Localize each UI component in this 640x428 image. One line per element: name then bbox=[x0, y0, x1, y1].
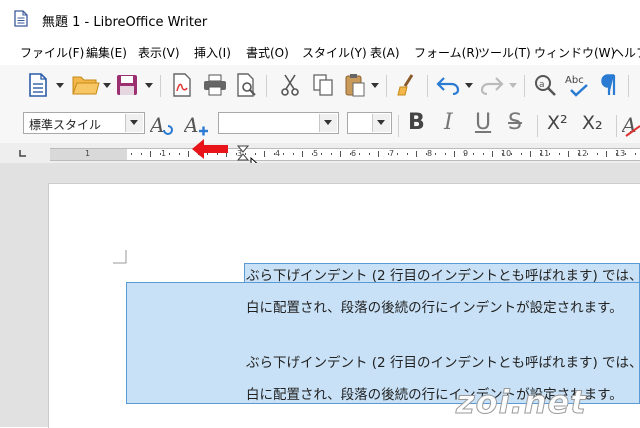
ruler-tick bbox=[568, 151, 569, 157]
ruler-tick bbox=[464, 153, 465, 155]
ruler-tick bbox=[321, 153, 322, 155]
ruler-tick bbox=[141, 153, 142, 155]
ruler-tick bbox=[388, 153, 389, 155]
ruler-tick bbox=[530, 151, 531, 157]
hanging-indent-marker[interactable] bbox=[237, 145, 249, 161]
ruler-tick bbox=[473, 153, 474, 155]
ruler-tick bbox=[559, 153, 560, 155]
ruler-tick bbox=[597, 153, 598, 155]
ruler-tick bbox=[264, 151, 265, 157]
ruler-tick bbox=[169, 153, 170, 155]
ruler-tick bbox=[302, 151, 303, 157]
ruler-tick bbox=[426, 153, 427, 155]
ruler-tick bbox=[606, 151, 607, 157]
ruler-tick bbox=[407, 153, 408, 155]
ruler-tick bbox=[331, 153, 332, 155]
ruler-tick bbox=[160, 153, 161, 155]
ruler-tick bbox=[274, 153, 275, 155]
ruler-tick bbox=[255, 153, 256, 155]
ruler-tick bbox=[369, 153, 370, 155]
paragraph-line[interactable]: ぶら下げインデント (2 行目のインデントとも呼ばれます) では、段 bbox=[246, 264, 640, 284]
text-boundary-corner bbox=[113, 250, 127, 264]
ruler-tick bbox=[445, 153, 446, 155]
ruler-tick bbox=[511, 153, 512, 155]
red-arrow-icon bbox=[192, 139, 228, 159]
ruler-tick bbox=[502, 153, 503, 155]
ruler-tick bbox=[587, 153, 588, 155]
ruler-tick bbox=[521, 153, 522, 155]
ruler-tick bbox=[454, 151, 455, 157]
ruler-tick bbox=[540, 153, 541, 155]
paragraph-line[interactable]: 白に配置され、段落の後続の行にインデントが設定されます。 bbox=[246, 296, 623, 316]
ruler-tick bbox=[397, 153, 398, 155]
ruler-tick bbox=[188, 151, 189, 157]
ruler-tick bbox=[283, 153, 284, 155]
ruler-tick bbox=[635, 153, 636, 155]
watermark: zoi.net bbox=[456, 383, 587, 422]
ruler-tick bbox=[312, 153, 313, 155]
ruler-tick bbox=[340, 151, 341, 157]
ruler-tick bbox=[378, 151, 379, 157]
ruler-tick bbox=[578, 153, 579, 155]
ruler-tick bbox=[131, 153, 132, 155]
paragraph-line[interactable]: ぶら下げインデント (2 行目のインデントとも呼ばれます) では、段 bbox=[246, 351, 640, 371]
ruler-tick bbox=[359, 153, 360, 155]
ruler-tick bbox=[549, 153, 550, 155]
ruler-tick bbox=[435, 153, 436, 155]
ruler-tick bbox=[150, 151, 151, 157]
ruler-ticks bbox=[0, 0, 640, 160]
ruler-tick bbox=[625, 153, 626, 155]
ruler-tick bbox=[179, 153, 180, 155]
ruler-tick bbox=[616, 153, 617, 155]
ruler-tick bbox=[293, 153, 294, 155]
ruler-tick bbox=[492, 151, 493, 157]
ruler-tick bbox=[416, 151, 417, 157]
ruler-tick bbox=[350, 153, 351, 155]
ruler-tick bbox=[483, 153, 484, 155]
